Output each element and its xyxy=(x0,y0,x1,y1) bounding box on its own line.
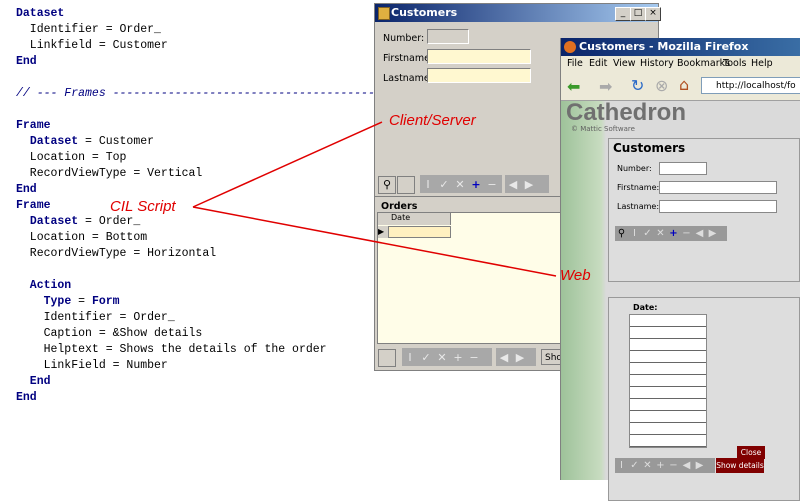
web-callout: Web xyxy=(560,267,591,284)
cil-script-callout: CIL Script xyxy=(110,198,176,215)
line-to-web xyxy=(192,206,557,277)
line-to-client xyxy=(192,121,383,208)
callout-lines xyxy=(192,121,557,277)
client-server-callout: Client/Server xyxy=(389,112,476,129)
